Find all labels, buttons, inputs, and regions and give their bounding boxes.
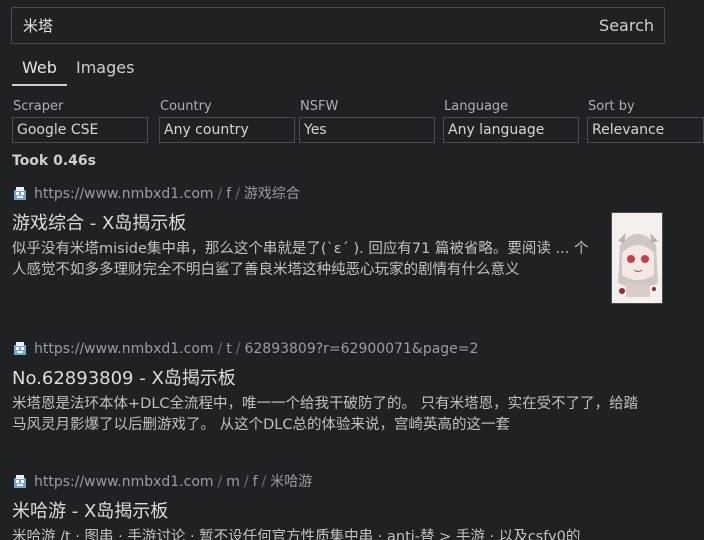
url-separator: /: [217, 474, 223, 490]
nsfw-select[interactable]: Yes: [299, 117, 435, 143]
result-title-link[interactable]: 米哈游 - X岛揭示板: [12, 499, 662, 525]
site-favicon-icon: [14, 187, 26, 200]
result-thumbnail[interactable]: [611, 212, 663, 304]
filter-language: Language Any language: [443, 99, 579, 143]
search-time: Took 0.46s: [12, 153, 96, 169]
filter-label: NSFW: [300, 99, 339, 114]
result-title-link[interactable]: No.62893809 - X岛揭示板: [12, 366, 662, 392]
url-base: https://www.nmbxd1.com: [34, 341, 214, 357]
result-snippet: 米塔恩是法环本体+DLC全流程中，唯一一个给我干破防了的。 只有米塔恩，实在受不…: [12, 396, 639, 433]
filter-label: Language: [444, 99, 509, 114]
url-segment: f: [226, 186, 232, 202]
search-button[interactable]: Search: [599, 8, 654, 43]
language-select[interactable]: Any language: [443, 117, 579, 143]
result-url[interactable]: https://www.nmbxd1.com / t/62893809?r=6290…: [12, 339, 662, 361]
country-select[interactable]: Any country: [159, 117, 295, 143]
filter-scraper: Scraper Google CSE: [12, 99, 148, 143]
url-segment: 米哈游: [270, 474, 313, 490]
url-segment: t: [226, 341, 232, 357]
scraper-select[interactable]: Google CSE: [12, 117, 148, 143]
anime-character-image: [612, 213, 662, 303]
filter-country: Country Any country: [159, 99, 295, 143]
tab-web[interactable]: Web: [12, 56, 67, 86]
result-snippet: 似乎没有米塔miside集中串，那么这个串就是了(`ε´ ). 回应有71 篇被…: [12, 241, 589, 278]
result-url[interactable]: https://www.nmbxd1.com / m / f / 米哈游: [12, 472, 662, 494]
search-filters: Scraper Google CSE Country Any country N…: [12, 99, 704, 145]
filter-label: Country: [160, 99, 212, 114]
url-base: https://www.nmbxd1.com: [34, 474, 214, 490]
url-separator: /: [243, 474, 249, 490]
search-result: https://www.nmbxd1.com / f / 游戏综合 游戏综合 - X岛揭…: [12, 184, 662, 281]
search-result: https://www.nmbxd1.com / m / f / 米哈游 米哈游 - X岛揭…: [12, 472, 662, 540]
result-snippet: 米哈游 /t · 图串 · 手游讨论 · 暂不设任何官方性质集中串 · anti…: [12, 529, 581, 540]
url-separator: /: [217, 186, 223, 202]
site-favicon-icon: [14, 342, 26, 355]
url-segment: f: [252, 474, 258, 490]
filter-label: Scraper: [13, 99, 64, 114]
url-separator: /: [217, 341, 223, 357]
result-url[interactable]: https://www.nmbxd1.com / f / 游戏综合: [12, 184, 662, 206]
sort-by-select[interactable]: Relevance: [587, 117, 704, 143]
search-bar: Search: [11, 7, 665, 44]
url-base: https://www.nmbxd1.com: [34, 186, 214, 202]
url-separator: /: [261, 474, 267, 490]
filter-sort-by: Sort by Relevance: [587, 99, 704, 143]
tab-images[interactable]: Images: [66, 56, 144, 86]
search-result: https://www.nmbxd1.com / t/62893809?r=6290…: [12, 339, 662, 436]
filter-label: Sort by: [588, 99, 635, 114]
site-favicon-icon: [14, 475, 26, 488]
url-segment: 游戏综合: [243, 186, 300, 202]
url-segment: 62893809?r=62900071&page=2: [244, 341, 479, 357]
search-input[interactable]: [12, 8, 592, 43]
filter-nsfw: NSFW Yes: [299, 99, 435, 143]
url-separator: /: [235, 341, 241, 357]
result-title-link[interactable]: 游戏综合 - X岛揭示板: [12, 211, 662, 237]
url-segment: m: [226, 474, 240, 490]
url-separator: /: [235, 186, 240, 202]
